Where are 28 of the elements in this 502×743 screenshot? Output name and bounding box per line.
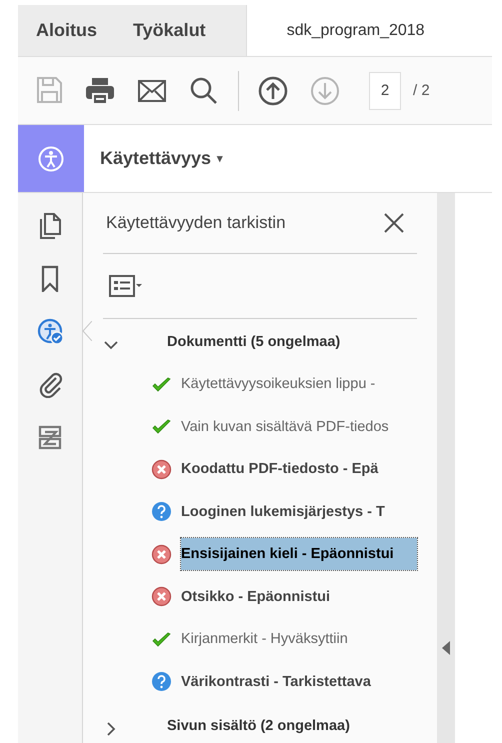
- page-total: / 2: [413, 82, 430, 99]
- tree-item[interactable]: Looginen lukemisjärjestys - T: [181, 498, 385, 526]
- accessibility-icon: [38, 146, 64, 172]
- tree-group[interactable]: Sivun sisältö (2 ongelmaa): [167, 718, 350, 734]
- error-icon: [151, 458, 172, 480]
- collapse-arrow-icon[interactable]: [442, 641, 450, 655]
- error-icon: [151, 586, 172, 608]
- options-list-icon[interactable]: [108, 273, 142, 299]
- tree-item[interactable]: Ensisijainen kieli - Epäonnistui: [181, 538, 417, 570]
- panel-title: Käytettävyyden tarkistin: [106, 213, 286, 233]
- document-tab[interactable]: sdk_program_2018: [246, 5, 492, 56]
- tool-badge[interactable]: [18, 125, 84, 192]
- tree-group[interactable]: Dokumentti (5 ongelmaa): [167, 334, 340, 350]
- accessibility-check-icon[interactable]: [36, 317, 64, 345]
- nav-tab[interactable]: Aloitus: [18, 5, 115, 56]
- tree-item[interactable]: Vain kuvan sisältävä PDF-tiedos: [181, 412, 389, 441]
- help-icon: [151, 501, 172, 522]
- page-number-field[interactable]: 2: [369, 72, 401, 110]
- close-icon[interactable]: [383, 212, 405, 234]
- help-icon: [151, 671, 172, 692]
- tree-item[interactable]: Käytettävyysoikeuksien lippu -: [181, 370, 376, 398]
- nav-tab[interactable]: Työkalut: [115, 5, 224, 56]
- error-icon: [151, 544, 172, 565]
- compare-icon[interactable]: [36, 423, 64, 451]
- tree-item[interactable]: Kirjanmerkit - Hyväksyttiin: [181, 625, 348, 654]
- tree-item[interactable]: Koodattu PDF-tiedosto - Epä: [181, 455, 378, 484]
- tree-item[interactable]: Otsikko - Epäonnistui: [181, 582, 330, 611]
- tree-item[interactable]: Värikontrasti - Tarkistettava: [181, 668, 371, 696]
